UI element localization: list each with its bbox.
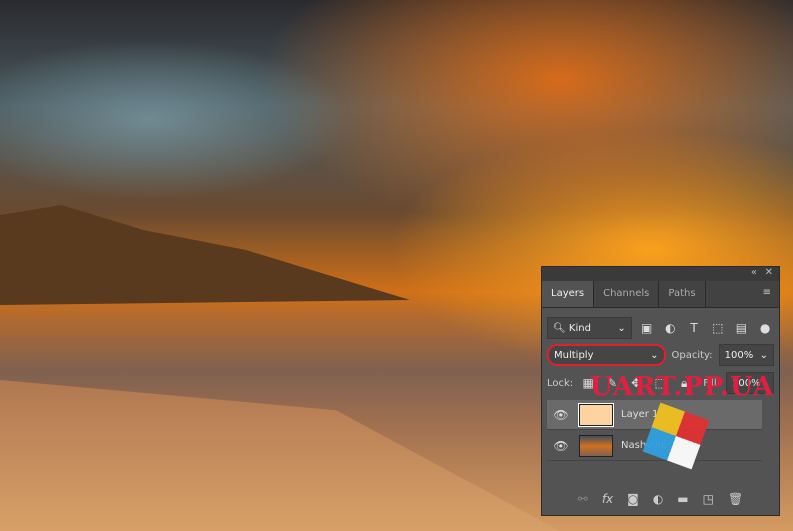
group-folder-icon[interactable]: ▬: [677, 492, 688, 506]
opacity-label: Opacity:: [671, 349, 713, 361]
filter-toggle[interactable]: ●: [756, 321, 774, 335]
add-mask-icon[interactable]: ◙: [627, 492, 639, 506]
opacity-input[interactable]: 100% ⌄: [718, 344, 774, 366]
tab-layers[interactable]: Layers: [542, 281, 595, 307]
tab-paths[interactable]: Paths: [659, 281, 706, 307]
adjustment-filter-icon[interactable]: ◐: [661, 321, 679, 335]
search-icon: 🔍︎: [553, 322, 566, 334]
link-layers-icon[interactable]: ⚯: [578, 492, 588, 506]
filter-kind-label: Kind: [568, 322, 591, 334]
blend-mode-select[interactable]: Multiply ⌄: [547, 344, 666, 366]
layer-thumbnail: [578, 402, 614, 427]
watermark-logo: UART.PP.UA: [590, 372, 775, 402]
blend-mode-value: Multiply: [554, 349, 594, 361]
type-filter-icon[interactable]: T: [685, 321, 703, 335]
layer-thumbnail: [579, 434, 613, 457]
adjustment-layer-icon[interactable]: ◐: [653, 492, 663, 506]
close-icon[interactable]: ✕: [765, 267, 773, 278]
chevron-down-icon: ⌄: [617, 322, 626, 334]
visibility-eye-icon[interactable]: 👁︎: [547, 439, 575, 453]
fx-icon[interactable]: fx: [602, 492, 613, 506]
smart-object-filter-icon[interactable]: ▤: [733, 321, 751, 335]
filter-kind-select[interactable]: 🔍︎ Kind ⌄: [547, 317, 632, 339]
visibility-eye-icon[interactable]: 👁︎: [547, 408, 575, 422]
layer-name: Layer 1: [621, 409, 659, 420]
panel-menu-icon[interactable]: ≡: [755, 281, 779, 307]
tab-channels[interactable]: Channels: [594, 281, 660, 307]
chevron-down-icon: ⌄: [650, 349, 659, 361]
chevron-down-icon: ⌄: [759, 349, 768, 361]
lock-label: Lock:: [547, 377, 574, 389]
delete-trash-icon[interactable]: 🗑︎: [728, 492, 743, 506]
new-layer-icon[interactable]: ◳: [703, 492, 714, 506]
opacity-value: 100%: [724, 349, 754, 361]
panel-titlebar: « ✕: [542, 267, 779, 281]
collapse-icon[interactable]: «: [751, 267, 757, 278]
pixel-filter-icon[interactable]: ▣: [638, 321, 656, 335]
shape-filter-icon[interactable]: ⬚: [709, 321, 727, 335]
